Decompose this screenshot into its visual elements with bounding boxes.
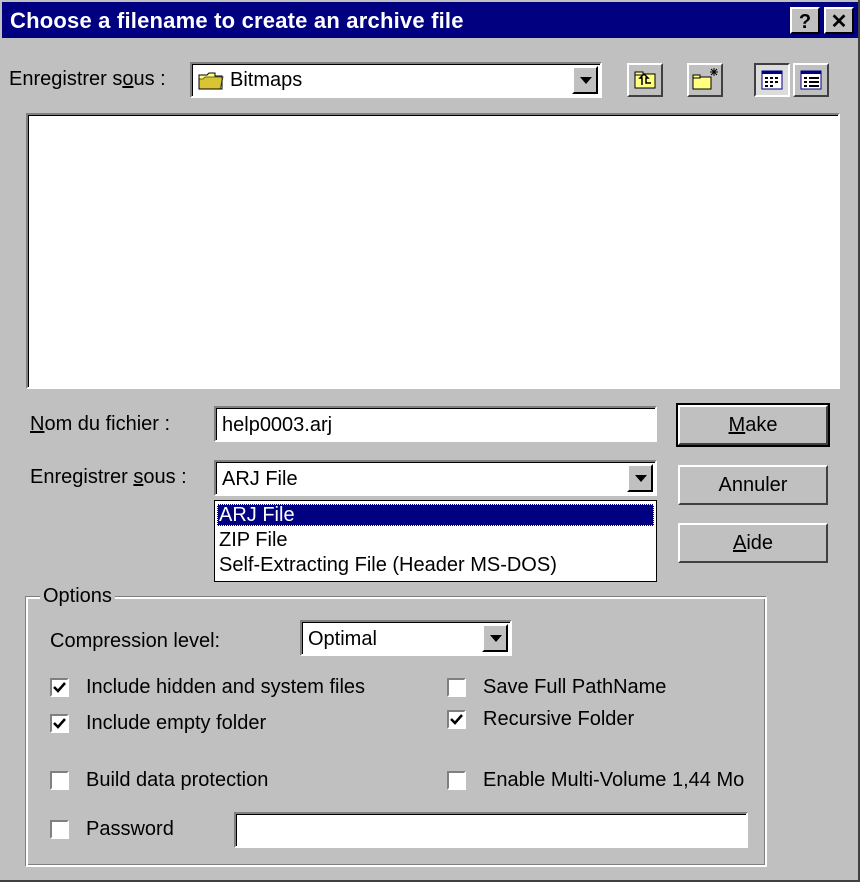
new-folder-icon	[692, 68, 718, 90]
filename-input[interactable]: help0003.arj	[214, 406, 657, 442]
chevron-down-icon[interactable]	[482, 624, 508, 652]
filetype-option[interactable]: Self-Extracting File (Header MS-DOS)	[217, 554, 654, 576]
location-value: Bitmaps	[230, 69, 303, 91]
close-title-button[interactable]: ✕	[824, 7, 854, 34]
recursive-checkbox[interactable]	[447, 710, 466, 729]
filetype-value: ARJ File	[222, 468, 298, 490]
close-icon: ✕	[830, 11, 848, 33]
compression-dropdown[interactable]: Optimal	[300, 620, 512, 656]
folder-icon	[198, 71, 224, 97]
window-title: Choose a filename to create an archive f…	[10, 8, 464, 33]
question-icon: ?	[798, 11, 812, 33]
build-protection-checkbox[interactable]	[50, 771, 69, 790]
help-button[interactable]: Aide	[678, 523, 828, 563]
compression-label: Compression level:	[50, 630, 221, 652]
build-protection-label: Build data protection	[86, 769, 269, 791]
filetype-label: Enregistrer sous :	[30, 466, 187, 488]
compression-value: Optimal	[308, 628, 377, 650]
title-bar: Choose a filename to create an archive f…	[2, 2, 858, 38]
password-checkbox[interactable]	[50, 820, 69, 839]
include-hidden-checkbox[interactable]	[50, 678, 69, 697]
chevron-down-icon[interactable]	[627, 464, 653, 492]
filetype-option[interactable]: ARJ File	[217, 504, 654, 526]
cancel-button[interactable]: Annuler	[678, 465, 828, 505]
chevron-down-icon[interactable]	[572, 66, 598, 94]
filename-label: Nom du fichier :	[30, 413, 171, 435]
save-full-path-checkbox[interactable]	[447, 678, 466, 697]
include-empty-checkbox[interactable]	[50, 714, 69, 733]
multi-volume-checkbox[interactable]	[447, 771, 466, 790]
filetype-option[interactable]: ZIP File	[217, 529, 654, 551]
recursive-label: Recursive Folder	[483, 708, 635, 730]
location-label: Enregistrer sous :	[9, 68, 166, 90]
archive-dialog: Choose a filename to create an archive f…	[0, 0, 860, 882]
up-folder-button[interactable]	[627, 63, 663, 97]
include-hidden-label: Include hidden and system files	[86, 676, 366, 698]
checkmark-icon	[450, 714, 463, 725]
up-folder-icon	[634, 71, 656, 89]
filetype-dropdown[interactable]: ARJ File	[214, 460, 657, 496]
list-view-button[interactable]	[754, 63, 790, 97]
options-group-title: Options	[40, 585, 115, 608]
details-view-icon	[800, 70, 822, 90]
filename-value: help0003.arj	[222, 414, 333, 436]
details-view-button[interactable]	[793, 63, 829, 97]
include-empty-label: Include empty folder	[86, 712, 267, 734]
save-full-path-label: Save Full PathName	[483, 676, 667, 698]
file-list[interactable]	[26, 113, 840, 389]
checkmark-icon	[53, 718, 66, 729]
make-button[interactable]: Make	[676, 403, 830, 447]
password-label: Password	[86, 818, 174, 840]
checkmark-icon	[53, 682, 66, 693]
list-view-icon	[761, 70, 783, 90]
multi-volume-label: Enable Multi-Volume 1,44 Mo	[483, 769, 745, 791]
filetype-options-list: ARJ File ZIP File Self-Extracting File (…	[214, 500, 657, 582]
help-title-button[interactable]: ?	[790, 7, 820, 34]
location-dropdown[interactable]: Bitmaps	[190, 62, 602, 98]
new-folder-button[interactable]	[687, 63, 723, 97]
password-input[interactable]	[234, 812, 748, 848]
